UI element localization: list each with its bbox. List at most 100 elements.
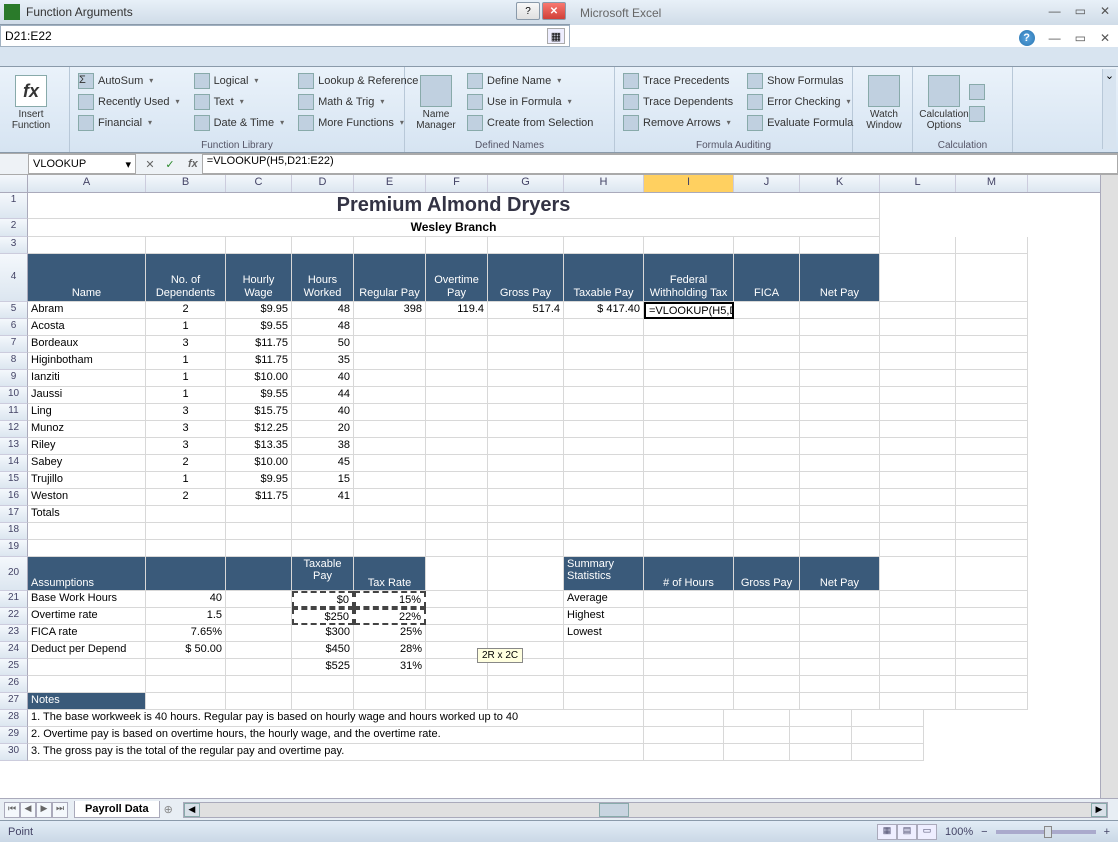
cell[interactable] bbox=[292, 693, 354, 710]
cell[interactable]: $9.95 bbox=[226, 472, 292, 489]
expand-dialog-icon[interactable]: ▦ bbox=[547, 28, 565, 44]
cell[interactable]: Average bbox=[564, 591, 644, 608]
horizontal-scrollbar[interactable]: ◀ ▶ bbox=[183, 802, 1108, 818]
cell[interactable] bbox=[564, 438, 644, 455]
cell[interactable] bbox=[28, 676, 146, 693]
cell[interactable] bbox=[734, 370, 800, 387]
cell[interactable]: $525 bbox=[292, 659, 354, 676]
header-cell[interactable]: Overtime Pay bbox=[426, 254, 488, 302]
cell[interactable]: Net Pay bbox=[800, 557, 880, 591]
cell[interactable] bbox=[426, 404, 488, 421]
cell[interactable] bbox=[426, 676, 488, 693]
column-header[interactable]: K bbox=[800, 175, 880, 192]
cell[interactable] bbox=[734, 591, 800, 608]
cell[interactable] bbox=[488, 404, 564, 421]
show-formulas-button[interactable]: Show Formulas bbox=[745, 70, 855, 91]
cell[interactable]: 1 bbox=[146, 353, 226, 370]
cell[interactable] bbox=[956, 472, 1028, 489]
column-header[interactable]: G bbox=[488, 175, 564, 192]
cell[interactable] bbox=[880, 608, 956, 625]
header-cell[interactable]: No. of Dependents bbox=[146, 254, 226, 302]
row-header[interactable]: 17 bbox=[0, 506, 28, 523]
header-cell[interactable] bbox=[880, 254, 956, 302]
cell[interactable] bbox=[354, 472, 426, 489]
cell[interactable] bbox=[880, 676, 956, 693]
cell[interactable] bbox=[426, 387, 488, 404]
cell[interactable] bbox=[800, 625, 880, 642]
cell[interactable] bbox=[426, 353, 488, 370]
page-break-view-button[interactable]: ▭ bbox=[917, 824, 937, 840]
cell[interactable] bbox=[354, 421, 426, 438]
cell[interactable]: 44 bbox=[292, 387, 354, 404]
cell[interactable]: Trujillo bbox=[28, 472, 146, 489]
cell[interactable] bbox=[956, 523, 1028, 540]
cell[interactable] bbox=[644, 506, 734, 523]
cell[interactable] bbox=[426, 237, 488, 254]
cell[interactable]: Overtime rate bbox=[28, 608, 146, 625]
cell[interactable] bbox=[956, 676, 1028, 693]
cell[interactable] bbox=[644, 744, 724, 761]
cell[interactable]: Higinbotham bbox=[28, 353, 146, 370]
cell[interactable]: 517.4 bbox=[488, 302, 564, 319]
cell[interactable] bbox=[956, 625, 1028, 642]
cell[interactable] bbox=[644, 642, 734, 659]
cell[interactable] bbox=[800, 302, 880, 319]
cell[interactable]: Assumptions bbox=[28, 557, 146, 591]
row-header[interactable]: 5 bbox=[0, 302, 28, 319]
cell[interactable] bbox=[880, 319, 956, 336]
cell[interactable]: 28% bbox=[354, 642, 426, 659]
cell[interactable] bbox=[226, 642, 292, 659]
define-name-button[interactable]: Define Name▾ bbox=[465, 70, 595, 91]
cell[interactable] bbox=[956, 353, 1028, 370]
sheet-nav-first[interactable]: ⏮ bbox=[4, 802, 20, 818]
cell[interactable] bbox=[880, 523, 956, 540]
scroll-thumb[interactable] bbox=[599, 803, 629, 817]
cell[interactable] bbox=[724, 710, 790, 727]
cell[interactable] bbox=[292, 237, 354, 254]
cell[interactable] bbox=[488, 455, 564, 472]
cell[interactable] bbox=[880, 506, 956, 523]
cell[interactable] bbox=[880, 404, 956, 421]
vertical-scrollbar[interactable] bbox=[1100, 175, 1118, 798]
column-header[interactable]: L bbox=[880, 175, 956, 192]
cell[interactable]: Sabey bbox=[28, 455, 146, 472]
cell[interactable] bbox=[488, 523, 564, 540]
text-button[interactable]: Text▾ bbox=[192, 91, 287, 112]
row-header[interactable]: 8 bbox=[0, 353, 28, 370]
cell[interactable]: $13.35 bbox=[226, 438, 292, 455]
cell[interactable] bbox=[734, 693, 800, 710]
cell[interactable] bbox=[426, 472, 488, 489]
zoom-out-button[interactable]: − bbox=[981, 826, 987, 838]
cell[interactable] bbox=[800, 489, 880, 506]
cell[interactable] bbox=[226, 591, 292, 608]
cell[interactable]: 20 bbox=[292, 421, 354, 438]
cell[interactable] bbox=[488, 625, 564, 642]
calc-now-icon[interactable] bbox=[969, 84, 985, 100]
cell[interactable] bbox=[488, 319, 564, 336]
cell[interactable] bbox=[734, 625, 800, 642]
cell[interactable] bbox=[734, 659, 800, 676]
cell[interactable] bbox=[644, 540, 734, 557]
cell[interactable] bbox=[354, 336, 426, 353]
cell[interactable] bbox=[226, 676, 292, 693]
row-header[interactable]: 9 bbox=[0, 370, 28, 387]
cell[interactable]: 7.65% bbox=[146, 625, 226, 642]
row-header[interactable]: 7 bbox=[0, 336, 28, 353]
header-cell[interactable]: Name bbox=[28, 254, 146, 302]
cell[interactable]: 22% bbox=[354, 608, 426, 625]
cell[interactable] bbox=[800, 676, 880, 693]
cell[interactable] bbox=[880, 642, 956, 659]
minimize-button[interactable]: — bbox=[1049, 4, 1061, 18]
row-header[interactable]: 29 bbox=[0, 727, 28, 744]
cell[interactable] bbox=[880, 489, 956, 506]
page-layout-view-button[interactable]: ▤ bbox=[897, 824, 917, 840]
cell[interactable] bbox=[734, 237, 800, 254]
cell[interactable] bbox=[354, 237, 426, 254]
cell[interactable] bbox=[644, 608, 734, 625]
cell[interactable]: 31% bbox=[354, 659, 426, 676]
cell[interactable] bbox=[800, 591, 880, 608]
cell[interactable] bbox=[488, 608, 564, 625]
cell[interactable] bbox=[426, 608, 488, 625]
cell[interactable]: 38 bbox=[292, 438, 354, 455]
column-header[interactable]: F bbox=[426, 175, 488, 192]
